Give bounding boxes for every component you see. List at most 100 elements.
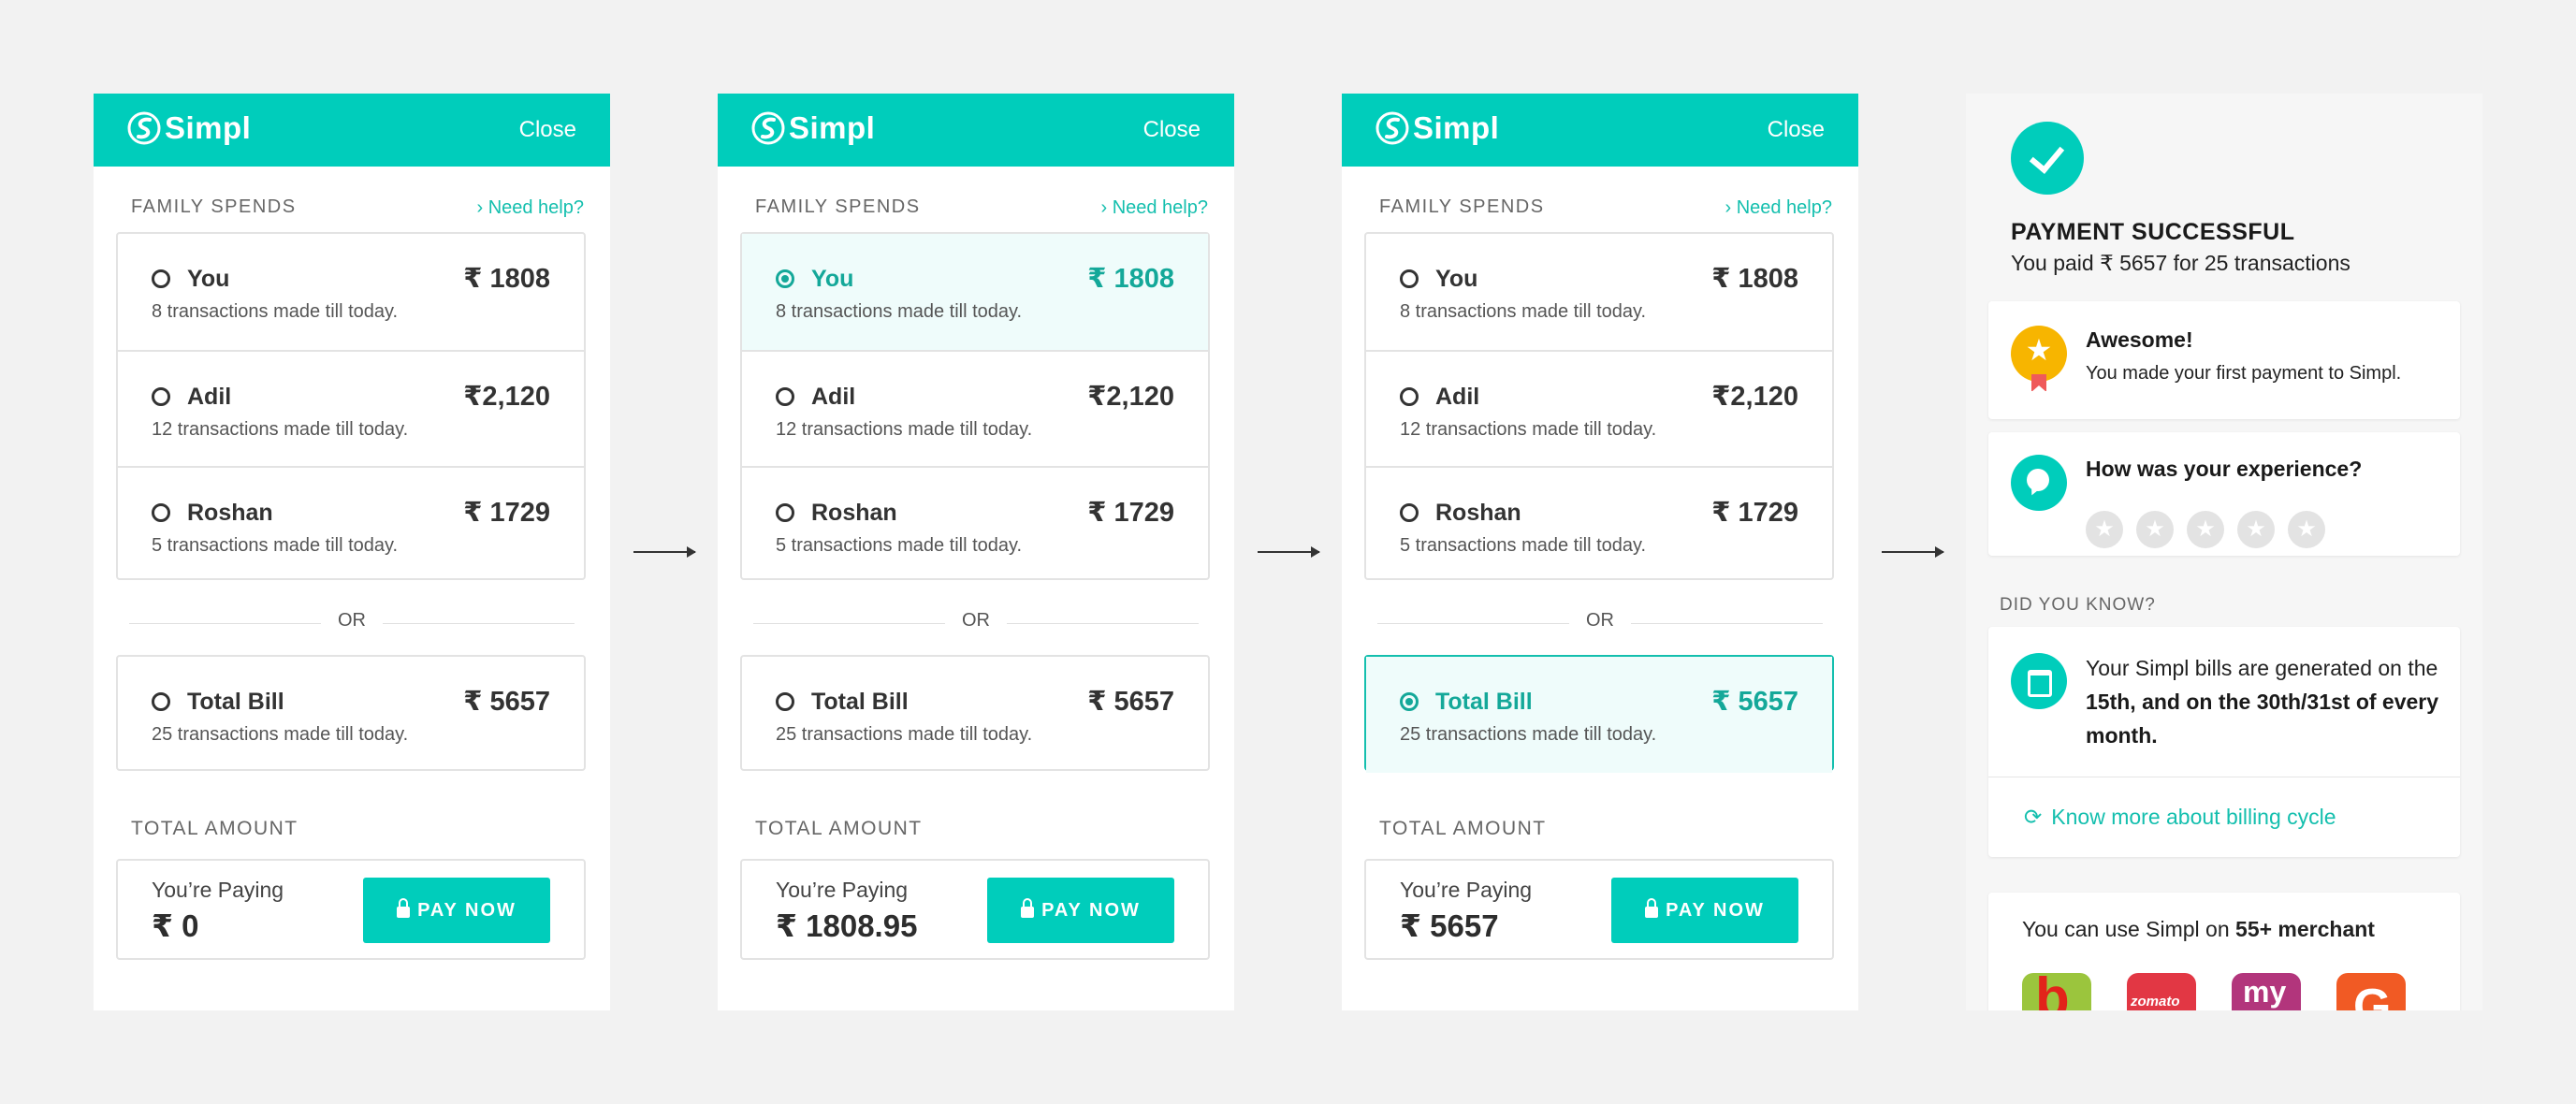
member-row-you[interactable]: You ₹ 1808 8 transactions made till toda…	[1366, 234, 1832, 350]
rating-star-icon[interactable]: ★	[2136, 511, 2174, 548]
award-text: You made your first payment to Simpl.	[2086, 363, 2402, 384]
member-subtext: 5 transactions made till today.	[1400, 535, 1647, 556]
need-help-link[interactable]: › Need help?	[476, 197, 584, 219]
member-row-roshan[interactable]: Roshan ₹ 1729 5 transactions made till t…	[1366, 466, 1832, 582]
ribbon-icon	[2031, 374, 2046, 392]
member-list: You ₹ 1808 8 transactions made till toda…	[740, 232, 1210, 580]
lock-icon	[1645, 898, 1659, 918]
grofers-logo[interactable]	[2336, 973, 2406, 1010]
flow-arrow-icon	[633, 546, 696, 558]
chat-bubble-icon	[2011, 455, 2067, 511]
screen-family-spends-you-selected: Simpl Close FAMILY SPENDS › Need help? Y…	[718, 94, 1234, 1010]
member-row-you[interactable]: You ₹ 1808 8 transactions made till toda…	[742, 234, 1208, 350]
paying-label: You’re Paying	[776, 878, 909, 902]
need-help-link[interactable]: › Need help?	[1100, 197, 1208, 219]
header-bar: Simpl Close	[94, 94, 610, 167]
member-subtext: 8 transactions made till today.	[1400, 301, 1647, 322]
radio-total-bill[interactable]	[1400, 692, 1419, 711]
radio-you[interactable]	[1400, 269, 1419, 288]
member-name: Roshan	[811, 500, 897, 526]
member-row-you[interactable]: You ₹ 1808 8 transactions made till toda…	[118, 234, 584, 350]
radio-roshan[interactable]	[152, 503, 170, 522]
member-list: You ₹ 1808 8 transactions made till toda…	[1364, 232, 1834, 580]
zomato-logo[interactable]	[2127, 973, 2196, 1010]
pay-now-button[interactable]: PAY NOW	[987, 878, 1174, 943]
radio-you[interactable]	[776, 269, 794, 288]
member-row-roshan[interactable]: Roshan ₹ 1729 5 transactions made till t…	[742, 466, 1208, 582]
calendar-icon	[2011, 653, 2067, 709]
need-help-link[interactable]: › Need help?	[1725, 197, 1832, 219]
member-amount: ₹2,120	[1087, 382, 1174, 412]
total-bill-amount: ₹ 5657	[1711, 687, 1798, 717]
pay-now-button[interactable]: PAY NOW	[1611, 878, 1798, 943]
simpl-logo-icon	[751, 111, 785, 145]
close-button[interactable]: Close	[1143, 117, 1201, 143]
member-amount: ₹2,120	[463, 382, 550, 412]
total-bill-subtext: 25 transactions made till today.	[776, 724, 1033, 745]
section-label: FAMILY SPENDS	[131, 196, 297, 217]
bigbasket-logo[interactable]	[2022, 973, 2091, 1010]
total-bill-option[interactable]: Total Bill ₹ 5657 25 transactions made t…	[116, 655, 586, 771]
pay-now-button[interactable]: PAY NOW	[363, 878, 550, 943]
simpl-logo: Simpl	[751, 109, 875, 148]
rating-star-icon[interactable]: ★	[2237, 511, 2275, 548]
rating-star-icon[interactable]: ★	[2187, 511, 2224, 548]
member-name: Adil	[1435, 384, 1480, 410]
total-amount-label: TOTAL AMOUNT	[131, 818, 298, 839]
close-button[interactable]: Close	[519, 117, 576, 143]
total-bill-name: Total Bill	[1435, 689, 1533, 715]
simpl-logo-icon	[127, 111, 161, 145]
member-row-roshan[interactable]: Roshan ₹ 1729 5 transactions made till t…	[118, 466, 584, 582]
experience-card: How was your experience? ★ ★ ★ ★ ★	[1988, 432, 2460, 556]
member-subtext: 12 transactions made till today.	[776, 419, 1033, 440]
member-row-adil[interactable]: Adil ₹2,120 12 transactions made till to…	[118, 350, 584, 466]
or-divider: OR	[753, 610, 1199, 636]
merchant-text: You can use Simpl on 55+ merchant	[2022, 917, 2375, 941]
member-amount: ₹ 1808	[1087, 264, 1174, 294]
radio-roshan[interactable]	[776, 503, 794, 522]
total-amount-label: TOTAL AMOUNT	[1379, 818, 1547, 839]
member-row-adil[interactable]: Adil ₹2,120 12 transactions made till to…	[742, 350, 1208, 466]
paying-label: You’re Paying	[152, 878, 284, 902]
paying-amount: ₹ 1808.95	[776, 908, 918, 943]
simpl-logo: Simpl	[127, 109, 251, 148]
total-bill-option[interactable]: Total Bill ₹ 5657 25 transactions made t…	[1364, 655, 1834, 773]
billing-info-card: Your Simpl bills are generated on the 15…	[1988, 627, 2460, 857]
radio-total-bill[interactable]	[152, 692, 170, 711]
radio-adil[interactable]	[776, 387, 794, 406]
rating-star-icon[interactable]: ★	[2288, 511, 2325, 548]
total-bill-option[interactable]: Total Bill ₹ 5657 25 transactions made t…	[740, 655, 1210, 771]
radio-total-bill[interactable]	[776, 692, 794, 711]
radio-you[interactable]	[152, 269, 170, 288]
close-button[interactable]: Close	[1768, 117, 1825, 143]
total-bill-subtext: 25 transactions made till today.	[1400, 724, 1657, 745]
member-amount: ₹ 1808	[463, 264, 550, 294]
simpl-logo: Simpl	[1375, 109, 1499, 148]
member-amount: ₹ 1808	[1711, 264, 1798, 294]
or-divider: OR	[1377, 610, 1823, 636]
flow-arrow-icon	[1258, 546, 1320, 558]
brand-name: Simpl	[1413, 110, 1500, 145]
bookmyshow-logo[interactable]	[2232, 973, 2301, 1010]
refresh-icon: ⟳	[2024, 805, 2043, 829]
award-title: Awesome!	[2086, 327, 2193, 352]
screen-payment-successful: PAYMENT SUCCESSFUL You paid ₹ 5657 for 2…	[1966, 94, 2482, 1010]
total-bill-amount: ₹ 5657	[1087, 687, 1174, 717]
rating-star-icon[interactable]: ★	[2086, 511, 2123, 548]
simpl-logo-icon	[1375, 111, 1409, 145]
paying-amount: ₹ 0	[152, 908, 199, 943]
radio-roshan[interactable]	[1400, 503, 1419, 522]
radio-adil[interactable]	[152, 387, 170, 406]
member-name: Adil	[811, 384, 856, 410]
member-name: You	[1435, 266, 1478, 292]
member-row-adil[interactable]: Adil ₹2,120 12 transactions made till to…	[1366, 350, 1832, 466]
member-list: You ₹ 1808 8 transactions made till toda…	[116, 232, 586, 580]
billing-cycle-link[interactable]: ⟳ Know more about billing cycle	[2024, 805, 2336, 830]
award-card: Awesome! You made your first payment to …	[1988, 301, 2460, 419]
member-subtext: 8 transactions made till today.	[776, 301, 1023, 322]
member-name: Adil	[187, 384, 232, 410]
radio-adil[interactable]	[1400, 387, 1419, 406]
screen-family-spends-total-selected: Simpl Close FAMILY SPENDS › Need help? Y…	[1342, 94, 1858, 1010]
flow-arrow-icon	[1882, 546, 1944, 558]
did-you-know-label: DID YOU KNOW?	[2000, 595, 2156, 615]
